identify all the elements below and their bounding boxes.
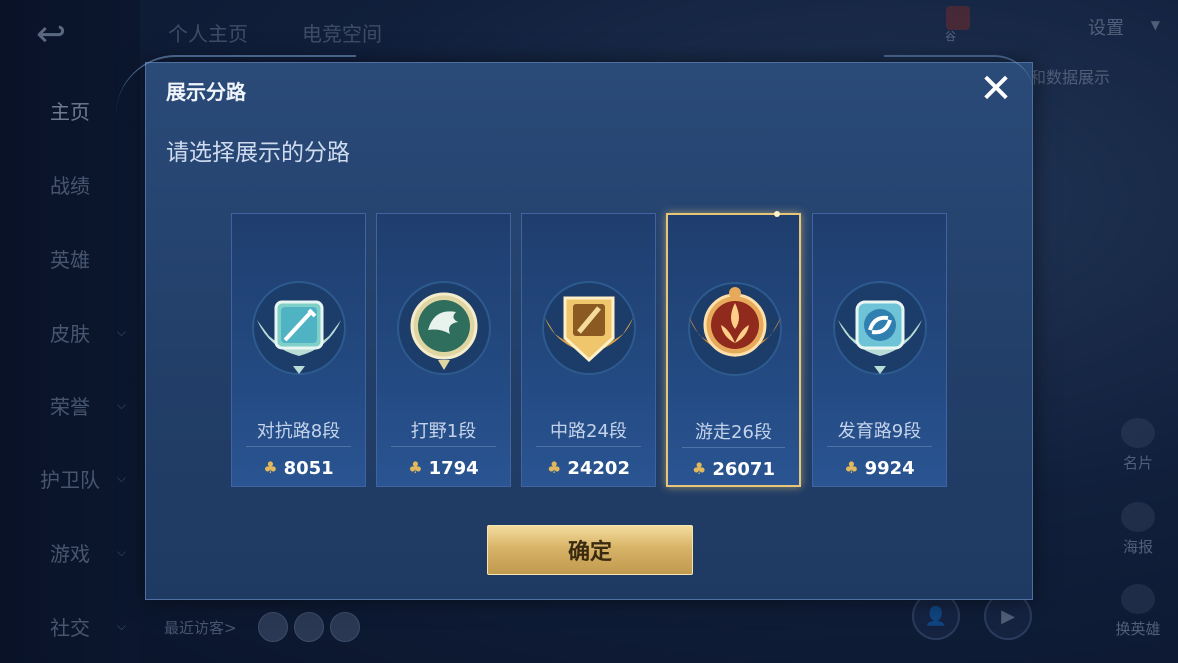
divider [246,446,351,447]
dragon-icon [397,281,491,375]
lane-name: 对抗路8段 [256,421,341,442]
divider [682,447,785,448]
lane-score: ♣ 24202 [547,458,630,479]
sword-icon [252,281,346,375]
selection-dot [774,211,780,217]
lane-score: ♣ 8051 [263,458,334,479]
divider [827,446,932,447]
score-icon: ♣ [692,459,707,478]
dialog-title: 展示分路 [166,80,246,104]
lane-card-mid[interactable]: 中路24段 ♣ 24202 [521,213,656,487]
lane-card-clash[interactable]: 对抗路8段 ♣ 8051 [231,213,366,487]
lane-display-dialog: 展示分路 ✕ 请选择展示的分路 对抗路8段 ♣ 8051 打野1段 ♣ 1794… [116,55,1034,600]
lane-name: 发育路9段 [837,421,922,442]
divider [391,446,496,447]
lane-name: 游走26段 [695,422,772,443]
confirm-button[interactable]: 确定 [487,525,693,575]
lane-score: ♣ 26071 [692,459,775,480]
score-icon: ♣ [263,458,278,477]
lane-name: 中路24段 [550,421,627,442]
lane-name: 打野1段 [410,421,477,442]
lane-card-jungle[interactable]: 打野1段 ♣ 1794 [376,213,511,487]
lane-score: ♣ 1794 [408,458,479,479]
staff-icon [542,281,636,375]
divider [536,446,641,447]
lane-card-farm[interactable]: 发育路9段 ♣ 9924 [812,213,947,487]
dialog-subtitle: 请选择展示的分路 [166,140,350,166]
lane-card-roam[interactable]: 游走26段 ♣ 26071 [666,211,801,487]
shield-flame-icon [688,282,782,376]
score-icon: ♣ [844,458,859,477]
arrow-icon [833,281,927,375]
score-icon: ♣ [547,458,562,477]
lane-score: ♣ 9924 [844,458,915,479]
score-icon: ♣ [408,458,423,477]
close-icon[interactable]: ✕ [976,69,1016,109]
